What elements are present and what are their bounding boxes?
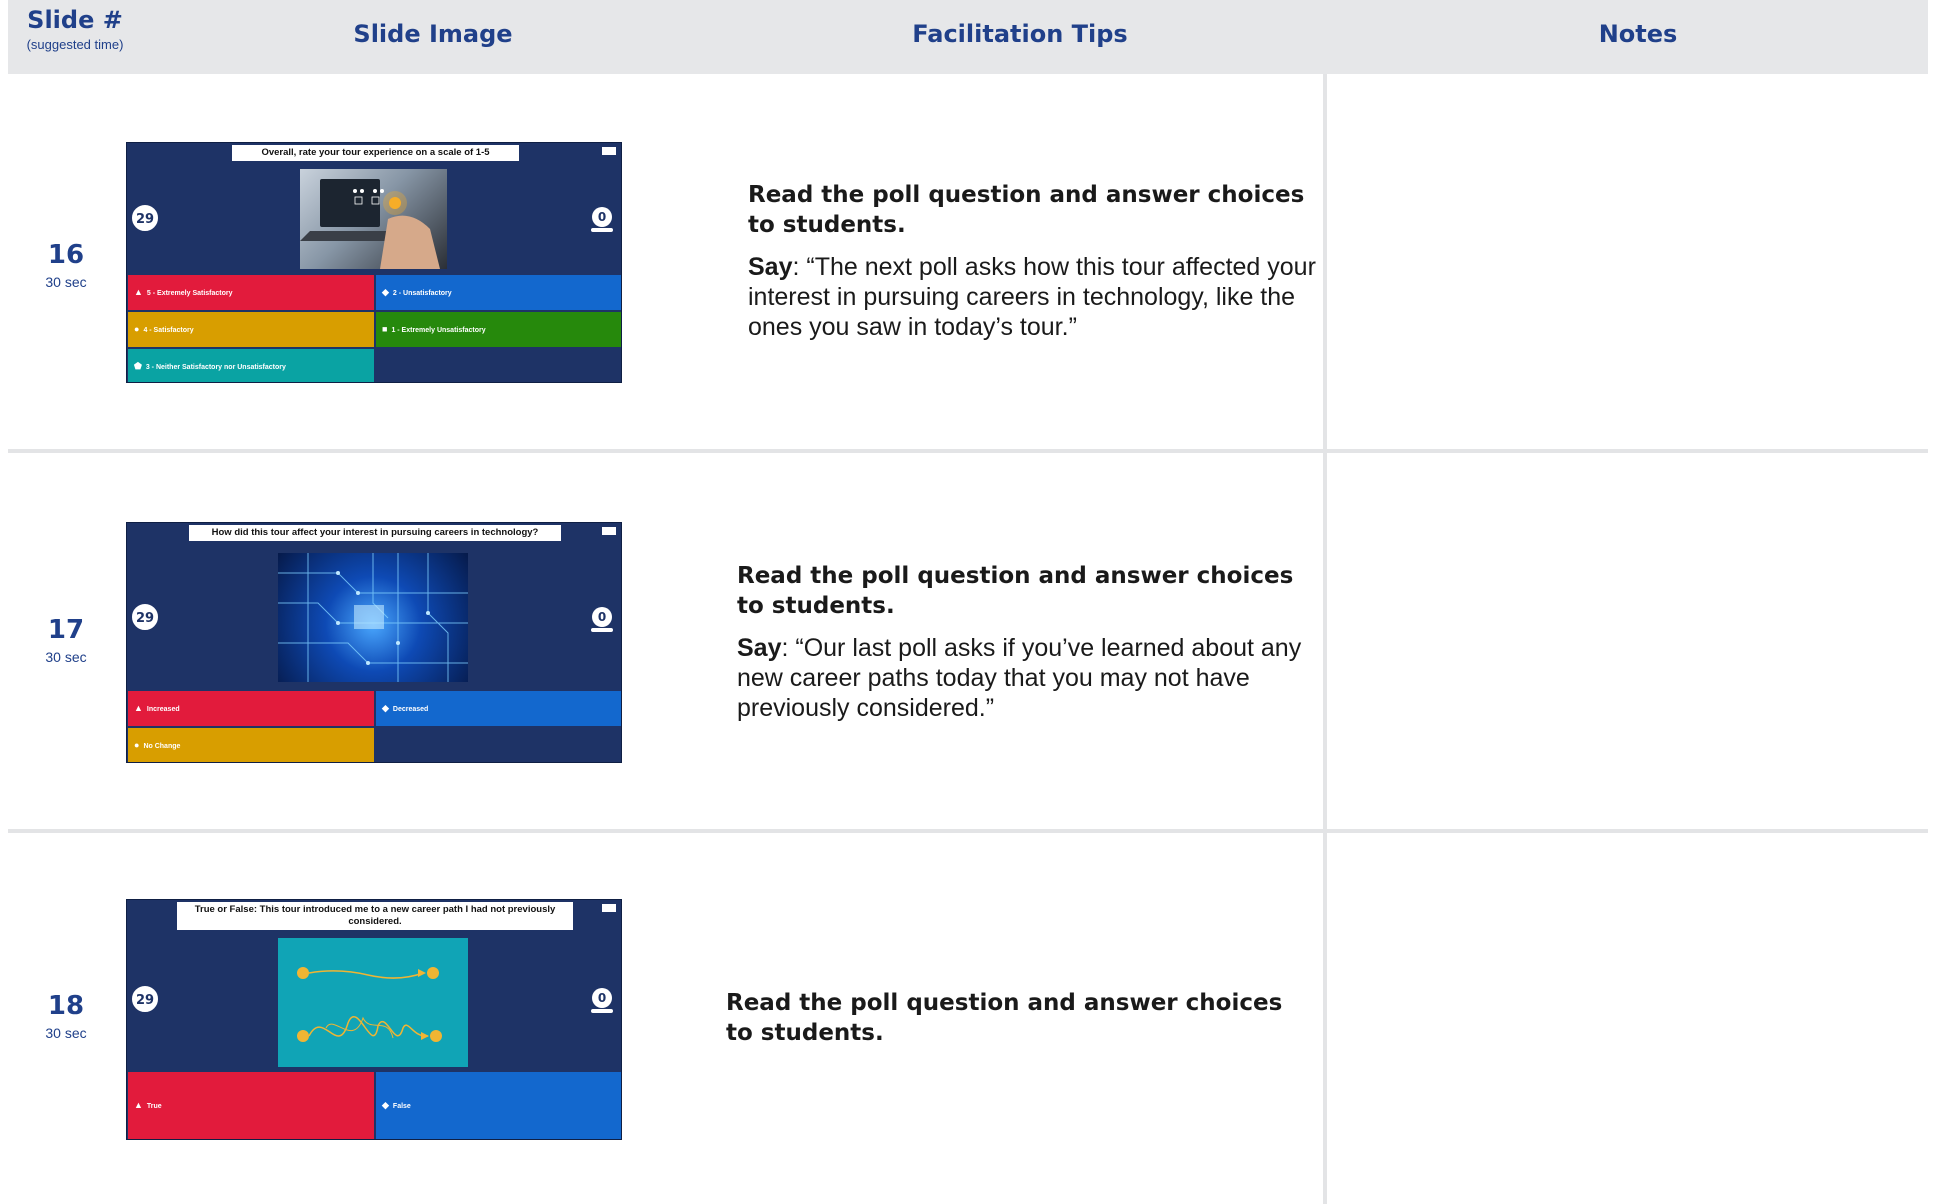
answer-option: ● 4 - Satisfactory (128, 312, 374, 347)
circuit-board-photo-icon (278, 553, 468, 682)
facilitation-tips: Read the poll question and answer choice… (748, 180, 1318, 342)
tips-heading: Read the poll question and answer choice… (726, 990, 1283, 1046)
answer-label: No Change (143, 743, 181, 750)
poll-question-text: Overall, rate your (261, 147, 343, 158)
answer-label: True (146, 1103, 162, 1110)
answer-label: 3 - Neither Satisfactory nor Unsatisfact… (145, 364, 286, 371)
diamond-icon: ◆ (382, 703, 389, 713)
header-slide-number: Slide # (suggested time) (20, 6, 130, 52)
answers-label-bar (591, 228, 613, 232)
slide-number: 18 (47, 991, 85, 1021)
straight-vs-tangled-path-illustration-icon (278, 938, 468, 1067)
tips-heading: Read the poll question and answer choice… (748, 182, 1305, 238)
say-label: Say (737, 634, 782, 662)
header-facilitation-tips: Facilitation Tips (912, 20, 1128, 48)
answers-label-bar (591, 628, 613, 632)
triangle-icon: ▲ (134, 287, 143, 297)
say-text: : “Our last poll asks if you’ve learned … (737, 634, 1302, 722)
answer-counter: 0 (591, 988, 613, 1013)
diamond-icon: ◆ (382, 1100, 389, 1110)
answer-label: 2 - Unsatisfactory (392, 290, 452, 297)
table-row: 17 30 sec How did this tour affect your … (0, 453, 1933, 829)
poll-question: True or False: This tour introduced me t… (177, 902, 573, 930)
answer-count: 0 (592, 988, 612, 1008)
suggested-time: 30 sec (45, 274, 87, 290)
facilitation-tips: Read the poll question and answer choice… (726, 988, 1296, 1048)
suggested-time: 30 sec (45, 1025, 87, 1041)
answer-label: False (392, 1103, 411, 1110)
answer-label: Increased (146, 706, 180, 713)
answer-option: ● No Change (128, 728, 374, 762)
tips-say: Say: “Our last poll asks if you’ve learn… (737, 633, 1307, 723)
facilitation-tips: Read the poll question and answer choice… (737, 561, 1307, 723)
countdown-timer: 29 (130, 984, 160, 1014)
answer-label: 5 - Extremely Satisfactory (146, 290, 233, 297)
poll-question: How did this tour affect your interest i… (189, 525, 561, 541)
skip-button-icon (602, 527, 616, 535)
table-row: 16 30 sec Overall, rate your tour experi… (0, 74, 1933, 449)
pentagon-icon: ⬟ (134, 361, 142, 371)
header-slide-label: Slide # (27, 6, 123, 34)
poll-question-text-end: on a scale of 1-5 (412, 147, 490, 158)
answer-option: ◆ Decreased (376, 691, 621, 726)
answer-label: 1 - Extremely Unsatisfactory (391, 327, 486, 334)
triangle-icon: ▲ (134, 703, 143, 713)
slide-number: 17 (47, 615, 85, 645)
answer-option: ◆ False (376, 1072, 621, 1139)
answers-label-bar (591, 1009, 613, 1013)
skip-button-icon (602, 904, 616, 912)
header-slide-sublabel: (suggested time) (26, 37, 124, 52)
countdown-timer: 29 (130, 203, 160, 233)
say-text: : “The next poll asks how this tour affe… (748, 253, 1316, 341)
header-notes: Notes (1598, 20, 1678, 48)
answer-option: ▲ 5 - Extremely Satisfactory (128, 275, 374, 310)
circle-icon: ● (134, 740, 140, 750)
answer-count: 0 (592, 207, 612, 227)
answer-counter: 0 (591, 607, 613, 632)
answer-option: ■ 1 - Extremely Unsatisfactory (376, 312, 621, 347)
answer-label: 4 - Satisfactory (143, 327, 194, 334)
answer-option: ▲ True (128, 1072, 374, 1139)
answer-count: 0 (592, 607, 612, 627)
circle-icon: ● (134, 324, 140, 334)
poll-question-emphasis: True or False: (194, 904, 258, 915)
poll-question-emphasis: tour experience (342, 147, 413, 158)
header-slide-image: Slide Image (353, 20, 513, 48)
laptop-rating-photo-icon (300, 169, 447, 269)
answer-option: ◆ 2 - Unsatisfactory (376, 275, 621, 310)
answer-option: ▲ Increased (128, 691, 374, 726)
slide-number-cell: 16 30 sec (30, 240, 102, 290)
suggested-time: 30 sec (45, 649, 87, 665)
skip-button-icon (602, 147, 616, 155)
slide-number: 16 (47, 240, 85, 270)
table-header: Slide # (suggested time) Slide Image Fac… (8, 0, 1928, 74)
say-label: Say (748, 253, 793, 281)
answer-label: Decreased (392, 706, 429, 713)
slide-number-cell: 17 30 sec (30, 615, 102, 665)
tips-say: Say: “The next poll asks how this tour a… (748, 252, 1318, 342)
square-icon: ■ (382, 324, 388, 334)
poll-question-text: This tour introduced me to a new career … (257, 904, 556, 927)
table-row: 18 30 sec True or False: This tour intro… (0, 833, 1933, 1204)
tips-heading: Read the poll question and answer choice… (737, 563, 1294, 619)
diamond-icon: ◆ (382, 287, 389, 297)
slide-thumbnail: How did this tour affect your interest i… (126, 522, 622, 763)
slide-number-cell: 18 30 sec (30, 991, 102, 1041)
slide-thumbnail: Overall, rate your tour experience on a … (126, 142, 622, 383)
slide-thumbnail: True or False: This tour introduced me t… (126, 899, 622, 1140)
poll-question: Overall, rate your tour experience on a … (232, 145, 519, 161)
answer-counter: 0 (591, 207, 613, 232)
triangle-icon: ▲ (134, 1100, 143, 1110)
countdown-timer: 29 (130, 602, 160, 632)
answer-option: ⬟ 3 - Neither Satisfactory nor Unsatisfac… (128, 349, 374, 382)
